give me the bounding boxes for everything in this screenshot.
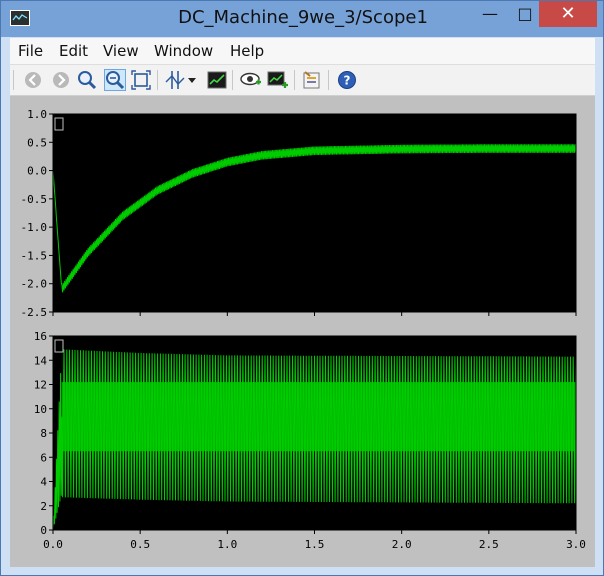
zoom-x-icon[interactable] — [104, 69, 126, 91]
maximize-button[interactable]: □ — [508, 1, 542, 27]
x-tick-label: 3.0 — [566, 538, 586, 551]
y-tick-label: 12 — [34, 379, 47, 392]
x-tick-label: 1.5 — [305, 538, 325, 551]
y-tick-label: -0.5 — [21, 193, 48, 206]
highlight-simulink-block-icon[interactable] — [240, 69, 262, 91]
y-tick-label: 0.5 — [27, 136, 47, 149]
help-icon[interactable]: ? — [336, 69, 358, 91]
y-tick-label: 0.0 — [27, 165, 47, 178]
cursor-measure-icon[interactable] — [164, 69, 186, 91]
y-tick-label: 1.0 — [27, 108, 47, 121]
menu-edit[interactable]: Edit — [59, 42, 88, 60]
autoscale-icon[interactable] — [206, 69, 228, 91]
svg-text:?: ? — [344, 74, 351, 88]
back-icon[interactable] — [22, 69, 44, 91]
toolbar-separator-4 — [328, 70, 329, 90]
x-tick-label: 2.5 — [479, 538, 499, 551]
dropdown-icon[interactable] — [186, 69, 198, 91]
menu-file[interactable]: File — [18, 42, 43, 60]
toolbar-separator — [157, 70, 158, 90]
zoom-in-icon[interactable] — [76, 69, 98, 91]
y-tick-label: 16 — [34, 330, 47, 343]
x-tick-label: 0.0 — [43, 538, 63, 551]
minimize-button[interactable]: — — [473, 1, 507, 27]
menu-help[interactable]: Help — [230, 42, 264, 60]
parameters-icon[interactable] — [301, 69, 323, 91]
y-tick-label: 8 — [40, 427, 47, 440]
y-tick-label: -1.0 — [21, 221, 48, 234]
x-tick-label: 0.5 — [130, 538, 150, 551]
zoom-y-icon[interactable] — [130, 69, 152, 91]
y-tick-label: -2.0 — [21, 278, 48, 291]
scope-axes[interactable]: 1.0 0.5 0.0 -0.5 -1.0 -1.5 -2.0 -2.5 16 14 12 10 8 6 4… — [10, 96, 595, 567]
y-tick-label: 0 — [40, 524, 47, 537]
y-tick-label: 10 — [34, 403, 47, 416]
y-tick-label: 4 — [40, 476, 47, 489]
x-tick-label: 1.0 — [217, 538, 237, 551]
y-tick-label: -1.5 — [21, 249, 48, 262]
close-button[interactable]: ✕ — [539, 1, 597, 27]
menu-view[interactable]: View — [103, 42, 139, 60]
toolbar-grip — [13, 70, 14, 90]
forward-icon[interactable] — [50, 69, 72, 91]
y-tick-label: 14 — [34, 354, 48, 367]
menu-bar: File Edit View Window Help — [10, 38, 595, 65]
y-tick-label: -2.5 — [21, 306, 48, 319]
toolbar-separator-2 — [232, 70, 233, 90]
toolbar: ? — [10, 65, 595, 96]
scope-plot-area: 1.0 0.5 0.0 -0.5 -1.0 -1.5 -2.0 -2.5 16 14 12 10 8 6 4… — [10, 96, 595, 567]
scope-window: DC_Machine_9we_3/Scope1 — □ ✕ File Edit … — [0, 0, 604, 576]
y-tick-label: 6 — [40, 451, 47, 464]
toolbar-separator-3 — [294, 70, 295, 90]
signal-dense-band — [61, 382, 576, 452]
x-tick-label: 2.0 — [392, 538, 412, 551]
menu-window[interactable]: Window — [154, 42, 213, 60]
signal-selector-icon[interactable] — [267, 69, 289, 91]
y-tick-label: 2 — [40, 500, 47, 513]
title-bar[interactable]: DC_Machine_9we_3/Scope1 — □ ✕ — [1, 1, 603, 37]
